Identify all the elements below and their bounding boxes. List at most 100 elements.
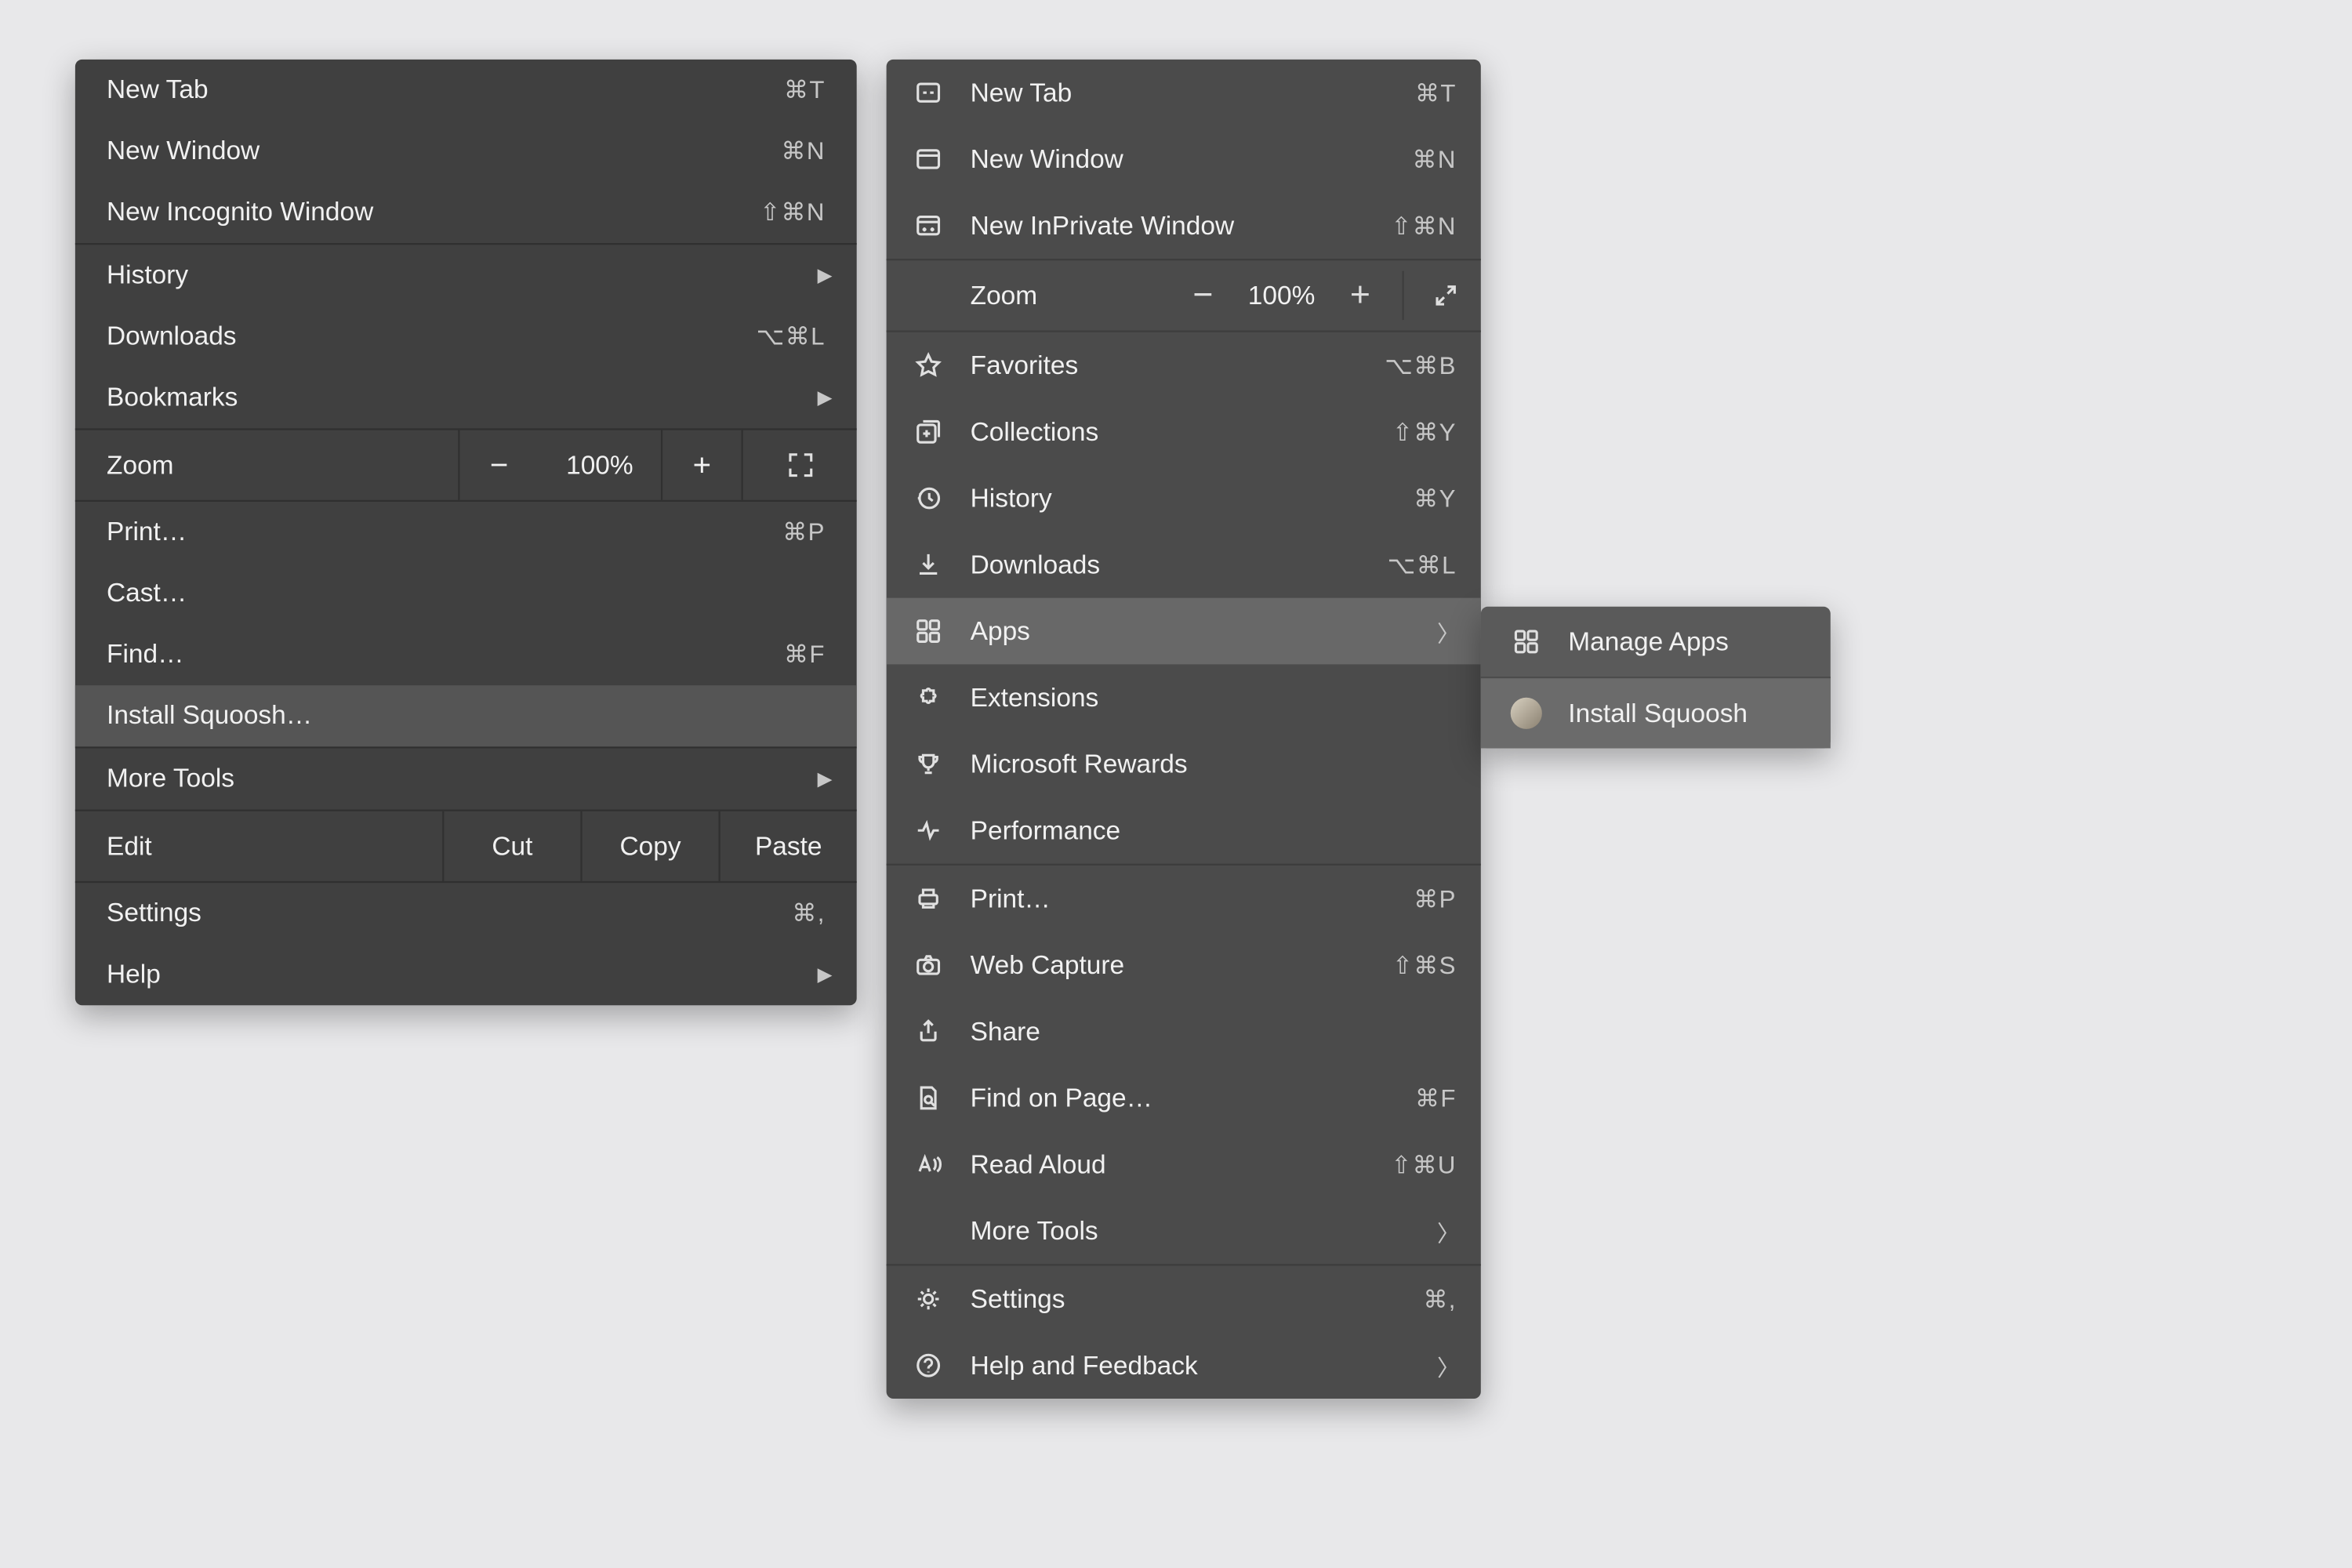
downloads-shortcut: ⌥⌘L bbox=[1388, 550, 1457, 579]
apps-item[interactable]: Apps〉 bbox=[887, 598, 1481, 665]
share-label: Share bbox=[971, 1017, 1457, 1047]
chevron-right-icon: 〉 bbox=[1437, 615, 1460, 648]
chrome-menu: New Tab⌘T New Window⌘N New Incognito Win… bbox=[75, 60, 857, 1005]
print-icon bbox=[911, 881, 946, 916]
cut-button[interactable]: Cut bbox=[442, 811, 580, 881]
favorites-label: Favorites bbox=[971, 350, 1385, 380]
print-shortcut: ⌘P bbox=[1414, 884, 1456, 913]
squoosh-icon bbox=[1508, 696, 1544, 731]
read-aloud-label: Read Aloud bbox=[971, 1149, 1392, 1179]
new-incognito-item[interactable]: New Incognito Window⇧⌘N bbox=[75, 182, 857, 243]
help-label: Help and Feedback bbox=[971, 1351, 1457, 1381]
rewards-item[interactable]: Microsoft Rewards bbox=[887, 731, 1481, 797]
new-window-item[interactable]: New Window⌘N bbox=[75, 121, 857, 182]
web-capture-shortcut: ⇧⌘S bbox=[1392, 950, 1457, 980]
help-item[interactable]: Help▶ bbox=[75, 944, 857, 1005]
more-tools-label: More Tools bbox=[971, 1216, 1457, 1246]
read-aloud-shortcut: ⇧⌘U bbox=[1391, 1149, 1456, 1179]
read-aloud-item[interactable]: Read Aloud⇧⌘U bbox=[887, 1131, 1481, 1198]
fullscreen-button[interactable] bbox=[742, 430, 857, 500]
zoom-in-button[interactable]: + bbox=[661, 430, 742, 500]
manage-apps-item[interactable]: Manage Apps bbox=[1481, 607, 1831, 677]
find-item[interactable]: Find…⌘F bbox=[75, 624, 857, 685]
new-tab-item[interactable]: New Tab⌘T bbox=[887, 60, 1481, 126]
history-item[interactable]: History⌘Y bbox=[887, 465, 1481, 532]
inprivate-shortcut: ⇧⌘N bbox=[1391, 211, 1456, 241]
read-aloud-icon bbox=[911, 1147, 946, 1182]
history-icon bbox=[911, 481, 946, 516]
help-label: Help bbox=[107, 960, 826, 989]
downloads-label: Downloads bbox=[107, 321, 757, 351]
apps-icon bbox=[911, 614, 946, 649]
favorites-item[interactable]: Favorites⌥⌘B bbox=[887, 332, 1481, 399]
print-item[interactable]: Print…⌘P bbox=[887, 866, 1481, 932]
zoom-row: Zoom − 100% + bbox=[75, 430, 857, 500]
apps-submenu: Manage Apps Install Squoosh bbox=[1481, 607, 1831, 749]
zoom-percent: 100% bbox=[1238, 281, 1326, 310]
chevron-right-icon: ▶ bbox=[818, 964, 833, 986]
install-squoosh-label: Install Squoosh bbox=[1568, 699, 1802, 728]
apps-icon bbox=[1508, 624, 1544, 659]
history-item[interactable]: History▶ bbox=[75, 245, 857, 306]
new-tab-label: New Tab bbox=[107, 75, 784, 105]
history-shortcut: ⌘Y bbox=[1414, 484, 1456, 514]
performance-icon bbox=[911, 813, 946, 848]
more-tools-item[interactable]: More Tools〉 bbox=[887, 1198, 1481, 1265]
trophy-icon bbox=[911, 746, 946, 782]
install-squoosh-item[interactable]: Install Squoosh bbox=[1481, 678, 1831, 748]
zoom-in-button[interactable]: + bbox=[1325, 260, 1395, 330]
find-shortcut: ⌘F bbox=[784, 640, 826, 670]
help-icon bbox=[911, 1348, 946, 1383]
fullscreen-button[interactable] bbox=[1411, 281, 1481, 310]
share-item[interactable]: Share bbox=[887, 998, 1481, 1065]
new-window-item[interactable]: New Window⌘N bbox=[887, 126, 1481, 193]
gear-icon bbox=[911, 1282, 946, 1317]
downloads-item[interactable]: Downloads⌥⌘L bbox=[887, 532, 1481, 598]
zoom-row: Zoom − 100% + bbox=[887, 260, 1481, 330]
favorites-shortcut: ⌥⌘B bbox=[1385, 350, 1456, 380]
settings-item[interactable]: Settings⌘, bbox=[887, 1266, 1481, 1333]
performance-label: Performance bbox=[971, 815, 1457, 845]
find-shortcut: ⌘F bbox=[1415, 1083, 1457, 1112]
inprivate-label: New InPrivate Window bbox=[971, 211, 1392, 241]
zoom-out-button[interactable]: − bbox=[458, 430, 539, 500]
bookmarks-item[interactable]: Bookmarks▶ bbox=[75, 367, 857, 428]
cast-item[interactable]: Cast… bbox=[75, 563, 857, 624]
settings-label: Settings bbox=[971, 1284, 1424, 1314]
print-shortcut: ⌘P bbox=[782, 517, 825, 547]
print-label: Print… bbox=[971, 884, 1414, 913]
rewards-label: Microsoft Rewards bbox=[971, 750, 1457, 779]
chevron-right-icon: 〉 bbox=[1437, 1348, 1460, 1381]
chevron-right-icon: 〉 bbox=[1437, 1214, 1460, 1247]
new-inprivate-item[interactable]: New InPrivate Window⇧⌘N bbox=[887, 192, 1481, 259]
extensions-label: Extensions bbox=[971, 683, 1457, 713]
web-capture-item[interactable]: Web Capture⇧⌘S bbox=[887, 932, 1481, 999]
collections-icon bbox=[911, 415, 946, 450]
find-label: Find on Page… bbox=[971, 1083, 1415, 1112]
new-tab-item[interactable]: New Tab⌘T bbox=[75, 60, 857, 121]
collections-shortcut: ⇧⌘Y bbox=[1392, 417, 1457, 447]
install-squoosh-item[interactable]: Install Squoosh… bbox=[75, 685, 857, 746]
zoom-out-button[interactable]: − bbox=[1168, 260, 1238, 330]
print-item[interactable]: Print…⌘P bbox=[75, 502, 857, 563]
more-tools-item[interactable]: More Tools▶ bbox=[75, 748, 857, 809]
settings-shortcut: ⌘, bbox=[1423, 1284, 1456, 1314]
manage-apps-label: Manage Apps bbox=[1568, 626, 1802, 656]
help-item[interactable]: Help and Feedback〉 bbox=[887, 1332, 1481, 1399]
settings-item[interactable]: Settings⌘, bbox=[75, 883, 857, 944]
paste-button[interactable]: Paste bbox=[719, 811, 857, 881]
chevron-right-icon: ▶ bbox=[818, 387, 833, 409]
new-window-shortcut: ⌘N bbox=[782, 136, 826, 166]
new-window-label: New Window bbox=[971, 144, 1413, 174]
zoom-percent: 100% bbox=[539, 450, 661, 480]
collections-item[interactable]: Collections⇧⌘Y bbox=[887, 398, 1481, 465]
find-on-page-item[interactable]: Find on Page…⌘F bbox=[887, 1065, 1481, 1131]
settings-label: Settings bbox=[107, 898, 792, 928]
downloads-item[interactable]: Downloads⌥⌘L bbox=[75, 306, 857, 367]
more-tools-label: More Tools bbox=[107, 764, 826, 794]
copy-button[interactable]: Copy bbox=[580, 811, 718, 881]
performance-item[interactable]: Performance bbox=[887, 797, 1481, 864]
chevron-right-icon: ▶ bbox=[818, 264, 833, 287]
extensions-item[interactable]: Extensions bbox=[887, 664, 1481, 731]
collections-label: Collections bbox=[971, 417, 1392, 447]
